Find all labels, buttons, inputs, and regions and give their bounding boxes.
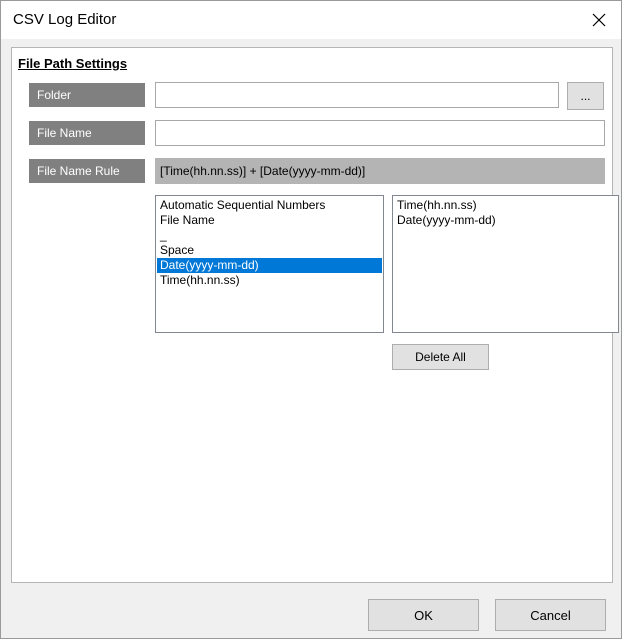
list-item[interactable]: Automatic Sequential Numbers bbox=[157, 198, 382, 213]
csv-log-editor-dialog: CSV Log Editor File Path Settings Folder… bbox=[0, 0, 622, 639]
list-item[interactable]: Space bbox=[157, 243, 382, 258]
available-items-list[interactable]: Automatic Sequential Numbers File Name _ Sp… bbox=[155, 195, 384, 333]
list-item[interactable]: Date(yyyy-mm-dd) bbox=[157, 258, 382, 273]
delete-all-button[interactable]: Delete All bbox=[392, 344, 489, 370]
list-item[interactable]: File Name bbox=[157, 213, 382, 228]
file-name-label: File Name bbox=[29, 121, 145, 145]
folder-label: Folder bbox=[29, 83, 145, 107]
close-button[interactable] bbox=[585, 7, 613, 33]
title-bar: CSV Log Editor bbox=[1, 1, 621, 39]
browse-button[interactable]: ... bbox=[567, 82, 604, 110]
ok-button[interactable]: OK bbox=[368, 599, 479, 631]
folder-input[interactable] bbox=[155, 82, 559, 108]
selected-items-list[interactable]: Time(hh.nn.ss) Date(yyyy-mm-dd) bbox=[392, 195, 619, 333]
file-name-rule-display: [Time(hh.nn.ss)] + [Date(yyyy-mm-dd)] bbox=[155, 158, 605, 184]
list-item[interactable]: Time(hh.nn.ss) bbox=[394, 198, 617, 213]
file-name-input[interactable] bbox=[155, 120, 605, 146]
list-item[interactable]: Date(yyyy-mm-dd) bbox=[394, 213, 617, 228]
cancel-button[interactable]: Cancel bbox=[495, 599, 606, 631]
section-title: File Path Settings bbox=[18, 56, 128, 71]
list-item[interactable]: _ bbox=[157, 228, 382, 243]
file-name-rule-label: File Name Rule bbox=[29, 159, 145, 183]
close-icon bbox=[592, 13, 606, 27]
file-path-settings-panel: File Path Settings Folder ... File Name … bbox=[11, 47, 619, 583]
window-title: CSV Log Editor bbox=[13, 11, 117, 28]
list-item[interactable]: Time(hh.nn.ss) bbox=[157, 273, 382, 288]
